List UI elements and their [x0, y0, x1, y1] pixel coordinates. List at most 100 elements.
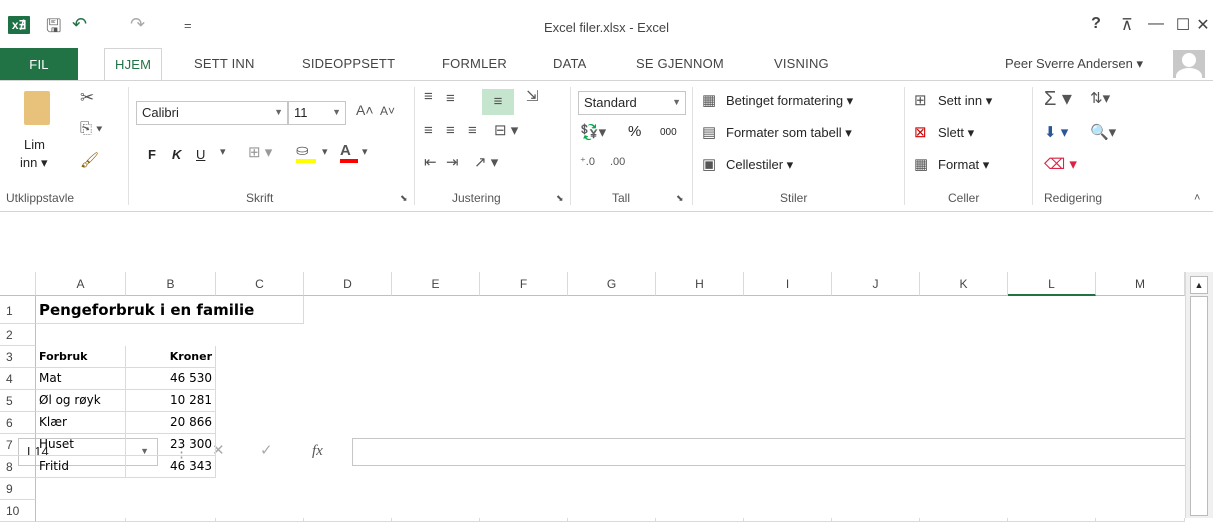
- empty-cell[interactable]: [216, 390, 304, 412]
- empty-cell[interactable]: [744, 324, 832, 346]
- empty-cell[interactable]: [392, 500, 480, 522]
- user-name[interactable]: Peer Sverre Andersen ▾: [1005, 56, 1143, 72]
- bold-button[interactable]: F: [148, 147, 156, 162]
- empty-cell[interactable]: [568, 346, 656, 368]
- empty-cell[interactable]: [744, 346, 832, 368]
- row-header[interactable]: 3: [0, 346, 36, 368]
- collapse-ribbon-icon[interactable]: ˄: [1194, 193, 1200, 204]
- close-button[interactable]: ✕: [1190, 15, 1213, 35]
- row-header[interactable]: 2: [0, 324, 36, 346]
- table-cell[interactable]: Mat: [36, 368, 126, 390]
- empty-cell[interactable]: [832, 456, 920, 478]
- empty-cell[interactable]: [304, 368, 392, 390]
- empty-cell[interactable]: [920, 412, 1008, 434]
- empty-cell[interactable]: [832, 390, 920, 412]
- column-header[interactable]: B: [126, 272, 216, 296]
- empty-cell[interactable]: [36, 500, 126, 522]
- empty-cell[interactable]: [656, 412, 744, 434]
- dialog-launcher-icon[interactable]: ⬊: [400, 194, 408, 203]
- table-cell[interactable]: 23 300: [126, 434, 216, 456]
- empty-cell[interactable]: [480, 456, 568, 478]
- tab-insert[interactable]: SETT INN: [194, 56, 255, 71]
- empty-cell[interactable]: [568, 434, 656, 456]
- fill-icon[interactable]: ⬇ ▾: [1044, 125, 1068, 140]
- empty-cell[interactable]: [744, 368, 832, 390]
- shrink-font-icon[interactable]: A˅: [380, 105, 395, 117]
- chevron-down-icon[interactable]: ▾: [220, 147, 226, 158]
- paste-dropdown[interactable]: inn ▾: [20, 155, 48, 171]
- empty-cell[interactable]: [304, 296, 392, 324]
- empty-cell[interactable]: [36, 324, 126, 346]
- tab-data[interactable]: DATA: [553, 56, 587, 71]
- wrap-text-icon[interactable]: ⇲: [526, 89, 539, 104]
- empty-cell[interactable]: [832, 412, 920, 434]
- empty-cell[interactable]: [126, 324, 216, 346]
- column-header[interactable]: E: [392, 272, 480, 296]
- empty-cell[interactable]: [392, 390, 480, 412]
- empty-cell[interactable]: [126, 478, 216, 500]
- conditional-format-button[interactable]: Betinget formatering ▾: [726, 93, 853, 109]
- table-header-cell[interactable]: Kroner: [126, 346, 216, 368]
- empty-cell[interactable]: [744, 296, 832, 324]
- empty-cell[interactable]: [216, 456, 304, 478]
- empty-cell[interactable]: [304, 390, 392, 412]
- row-header[interactable]: 5: [0, 390, 36, 412]
- empty-cell[interactable]: [568, 478, 656, 500]
- empty-cell[interactable]: [216, 478, 304, 500]
- empty-cell[interactable]: [1008, 434, 1096, 456]
- empty-cell[interactable]: [656, 390, 744, 412]
- empty-cell[interactable]: [1096, 500, 1185, 522]
- format-as-table-button[interactable]: Formater som tabell ▾: [726, 125, 852, 141]
- empty-cell[interactable]: [920, 478, 1008, 500]
- empty-cell[interactable]: [304, 500, 392, 522]
- empty-cell[interactable]: [1096, 456, 1185, 478]
- column-header[interactable]: F: [480, 272, 568, 296]
- empty-cell[interactable]: [568, 412, 656, 434]
- percent-button[interactable]: %: [628, 123, 641, 140]
- avatar[interactable]: [1173, 50, 1205, 78]
- empty-cell[interactable]: [1096, 324, 1185, 346]
- empty-cell[interactable]: [920, 434, 1008, 456]
- fill-color-icon[interactable]: ⛀: [296, 143, 316, 163]
- tab-formulas[interactable]: FORMLER: [442, 56, 507, 71]
- empty-cell[interactable]: [656, 296, 744, 324]
- column-header-selected[interactable]: L: [1008, 272, 1096, 296]
- empty-cell[interactable]: [392, 478, 480, 500]
- empty-cell[interactable]: [1096, 434, 1185, 456]
- minimize-button[interactable]: —: [1143, 15, 1169, 33]
- empty-cell[interactable]: [1096, 390, 1185, 412]
- vertical-scrollbar[interactable]: ▲: [1185, 272, 1213, 518]
- empty-cell[interactable]: [1096, 368, 1185, 390]
- italic-button[interactable]: K: [172, 147, 181, 162]
- empty-cell[interactable]: [304, 324, 392, 346]
- empty-cell[interactable]: [744, 478, 832, 500]
- borders-icon[interactable]: ⊞ ▾: [248, 145, 272, 160]
- empty-cell[interactable]: [744, 434, 832, 456]
- empty-cell[interactable]: [216, 434, 304, 456]
- sheet-title-cell[interactable]: Pengeforbruk i en familie: [36, 296, 304, 324]
- empty-cell[interactable]: [656, 434, 744, 456]
- sort-filter-icon[interactable]: ⇅▾: [1090, 91, 1110, 106]
- column-header[interactable]: H: [656, 272, 744, 296]
- empty-cell[interactable]: [480, 478, 568, 500]
- format-cells-button[interactable]: Format ▾: [938, 157, 989, 173]
- empty-cell[interactable]: [920, 456, 1008, 478]
- column-header[interactable]: I: [744, 272, 832, 296]
- empty-cell[interactable]: [744, 500, 832, 522]
- empty-cell[interactable]: [1008, 390, 1096, 412]
- empty-cell[interactable]: [36, 478, 126, 500]
- empty-cell[interactable]: [1008, 324, 1096, 346]
- align-right-icon[interactable]: ≡: [468, 123, 477, 138]
- increase-decimal-icon[interactable]: ⁺.0: [580, 157, 595, 168]
- ribbon-display-button[interactable]: ⊼: [1114, 15, 1140, 35]
- empty-cell[interactable]: [920, 500, 1008, 522]
- font-color-icon[interactable]: A: [340, 143, 358, 163]
- empty-cell[interactable]: [568, 324, 656, 346]
- chevron-down-icon[interactable]: ▾: [322, 147, 328, 158]
- empty-cell[interactable]: [304, 478, 392, 500]
- column-header[interactable]: J: [832, 272, 920, 296]
- copy-icon[interactable]: ⎘ ▾: [80, 121, 102, 136]
- select-all-corner[interactable]: [0, 272, 36, 296]
- paste-label[interactable]: Lim: [24, 137, 45, 152]
- align-top-icon[interactable]: ≡: [424, 89, 433, 104]
